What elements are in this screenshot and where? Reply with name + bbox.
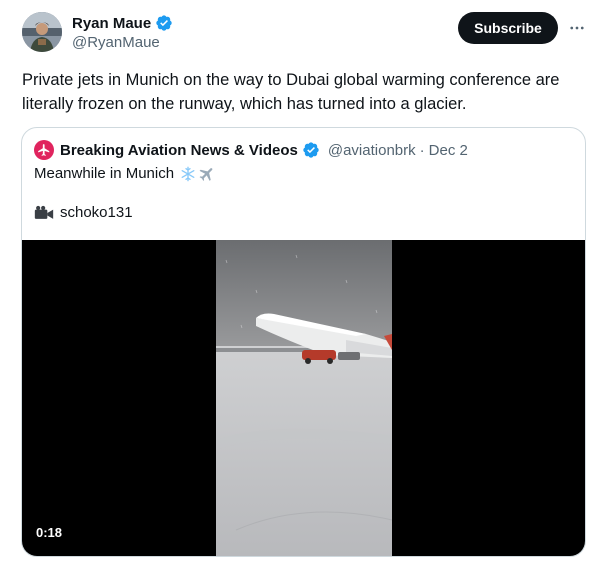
subscribe-button[interactable]: Subscribe [458, 12, 558, 44]
video-credit: schoko131 [34, 204, 133, 221]
author-name[interactable]: Ryan Maue [72, 15, 151, 32]
video-thumbnail [216, 240, 392, 556]
quoted-author-avatar[interactable] [34, 140, 54, 160]
verified-badge-icon[interactable] [155, 14, 173, 32]
avatar-image [22, 12, 62, 52]
emoji-group [180, 165, 216, 183]
quoted-tweet-card[interactable]: Breaking Aviation News & Videos @aviatio… [21, 127, 586, 557]
quoted-tweet-text-row: Meanwhile in Munich [34, 164, 216, 184]
author-name-row: Ryan Maue [72, 13, 173, 33]
header-separator: · [419, 141, 425, 159]
quoted-tweet-text: Meanwhile in Munich [34, 165, 175, 182]
video-camera-icon [34, 205, 54, 221]
tweet-text: Private jets in Munich on the way to Dub… [22, 71, 560, 113]
quoted-tweet-header: Breaking Aviation News & Videos @aviatio… [34, 140, 468, 160]
video-credit-name: schoko131 [60, 204, 133, 221]
snowflake-icon [180, 166, 196, 182]
video-player[interactable]: 0:18 [22, 240, 585, 556]
tweet-container: Ryan Maue @RyanMaue Subscribe Private je… [0, 0, 608, 566]
video-duration-badge: 0:18 [30, 522, 69, 542]
more-horizontal-icon[interactable] [565, 16, 589, 40]
quoted-tweet-date[interactable]: Dec 2 [429, 142, 468, 159]
author-handle[interactable]: @RyanMaue [72, 34, 160, 51]
airplane-icon [198, 165, 216, 183]
quoted-verified-badge-icon [302, 141, 320, 159]
quoted-author-handle[interactable]: @aviationbrk [328, 142, 416, 159]
airplane-logo-icon [38, 144, 50, 156]
author-avatar[interactable] [22, 12, 62, 52]
quoted-author-name[interactable]: Breaking Aviation News & Videos [60, 142, 298, 159]
